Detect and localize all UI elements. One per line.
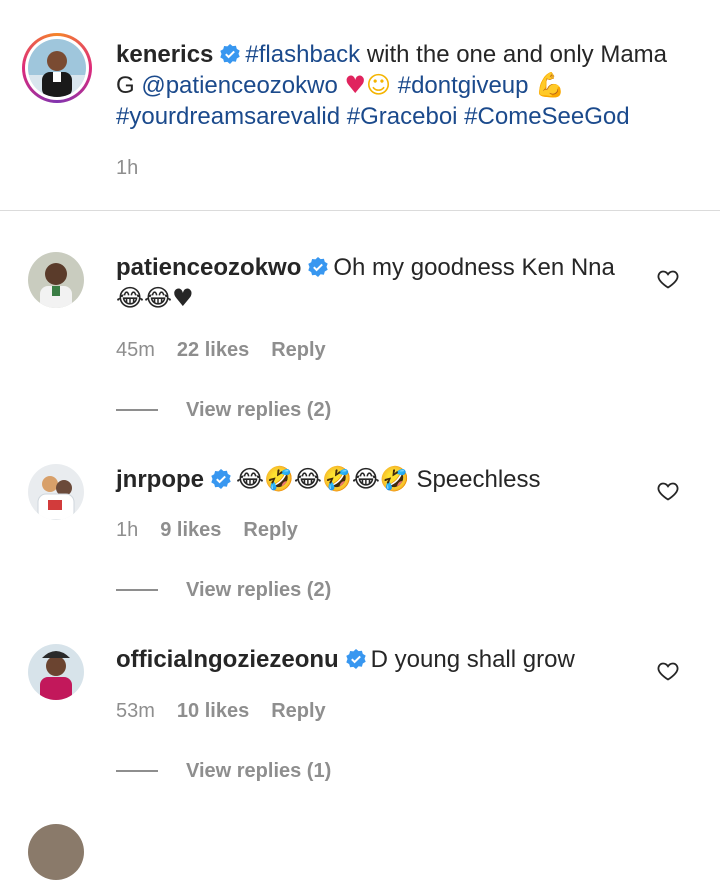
reply-button[interactable]: Reply xyxy=(271,700,325,722)
avatar[interactable] xyxy=(28,252,84,308)
avatar[interactable] xyxy=(28,39,86,97)
comment-emojis: 😂🤣😂🤣😂🤣 xyxy=(236,465,410,493)
comment-time: 53m xyxy=(116,700,155,722)
comment-likes[interactable]: 22 likes xyxy=(177,339,249,361)
comment-body: Speechless xyxy=(416,466,541,493)
comment-meta: 1h 9 likes Reply xyxy=(116,519,320,542)
comment-text: officialngoziezeonu D young shall grow xyxy=(116,644,636,675)
wink-emoji: ☺ xyxy=(366,71,392,99)
heart-outline-icon[interactable] xyxy=(656,479,680,503)
hashtag-line[interactable]: #yourdreamsarevalid #Graceboi #ComeSeeGo… xyxy=(116,103,630,130)
divider xyxy=(0,210,720,211)
comment-username[interactable]: officialngoziezeonu xyxy=(116,646,339,673)
view-replies-line xyxy=(116,770,158,772)
caption-time: 1h xyxy=(116,157,139,179)
comment-likes[interactable]: 9 likes xyxy=(160,519,221,541)
view-replies-line xyxy=(116,589,158,591)
flexed-biceps-emoji: 💪 xyxy=(535,71,566,99)
comment-body: D young shall grow xyxy=(370,646,575,673)
view-replies-button[interactable]: View replies (2) xyxy=(186,579,331,602)
verified-badge-icon xyxy=(345,649,366,669)
comment-likes[interactable]: 10 likes xyxy=(177,700,249,722)
post-caption: kenerics #flashback with the one and only… xyxy=(0,0,720,210)
heart-outline-icon[interactable] xyxy=(656,267,680,291)
verified-badge-icon xyxy=(308,257,329,277)
avatar[interactable] xyxy=(28,464,84,520)
verified-badge-icon xyxy=(211,469,231,489)
avatar[interactable] xyxy=(28,644,84,700)
comment-meta: 45m 22 likes Reply xyxy=(116,339,348,362)
mention-patienceozokwo[interactable]: @patienceozokwo xyxy=(141,72,337,99)
comment-text: patienceozokwo Oh my goodness Ken Nna 😂😂♥ xyxy=(116,252,636,314)
comment-username[interactable]: patienceozokwo xyxy=(116,254,301,281)
caption-username[interactable]: kenerics xyxy=(116,41,213,68)
hashtag-flashback[interactable]: #flashback xyxy=(245,41,360,68)
view-replies-button[interactable]: View replies (1) xyxy=(186,760,331,783)
comment-username[interactable]: jnrpope xyxy=(116,466,204,493)
hashtag-dontgiveup[interactable]: #dontgiveup xyxy=(398,72,529,99)
view-replies-button[interactable]: View replies (2) xyxy=(186,399,331,422)
caption-meta: 1h xyxy=(116,157,160,180)
reply-button[interactable]: Reply xyxy=(243,519,297,541)
view-replies-line xyxy=(116,409,158,411)
verified-badge-icon xyxy=(220,44,241,64)
comment-emojis: 😂😂♥ xyxy=(116,284,194,312)
avatar[interactable] xyxy=(28,824,84,880)
caption-text: kenerics #flashback with the one and only… xyxy=(116,39,686,132)
heart-outline-icon[interactable] xyxy=(656,659,680,683)
reply-button[interactable]: Reply xyxy=(271,339,325,361)
red-heart-emoji: ♥ xyxy=(344,71,367,99)
comment-body: Oh my goodness Ken Nna xyxy=(333,254,615,281)
comment-meta: 53m 10 likes Reply xyxy=(116,700,348,723)
comment-time: 45m xyxy=(116,339,155,361)
comment-time: 1h xyxy=(116,519,139,541)
comment-text: jnrpope 😂🤣😂🤣😂🤣 Speechless xyxy=(116,464,636,495)
